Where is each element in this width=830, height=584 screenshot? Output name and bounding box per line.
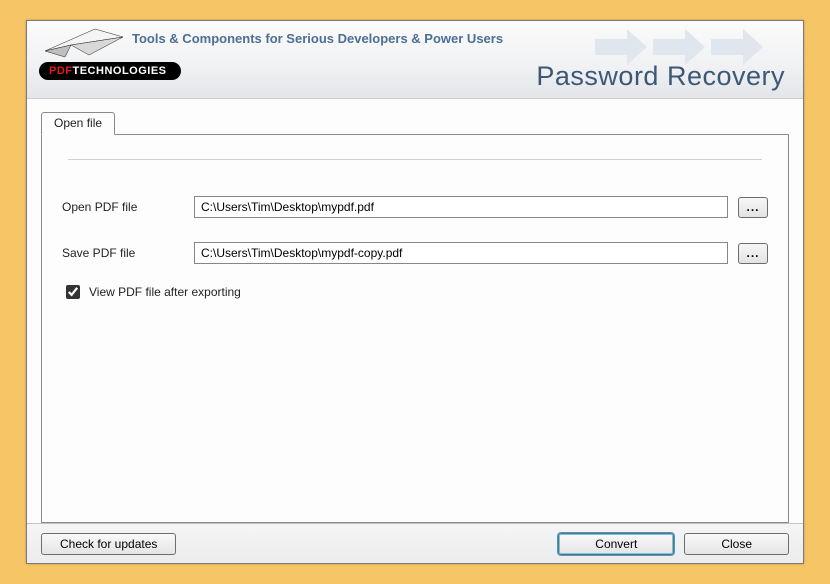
header-tagline: Tools & Components for Serious Developer…: [132, 31, 503, 46]
convert-button[interactable]: Convert: [558, 533, 674, 555]
brand-badge-tech: TECHNOLOGIES: [73, 65, 167, 77]
close-label: Close: [721, 537, 752, 551]
close-button[interactable]: Close: [684, 533, 789, 555]
panel-divider: [68, 159, 762, 160]
open-file-row: Open PDF file ...: [62, 196, 768, 218]
ellipsis-icon: ...: [746, 247, 759, 259]
tab-panel-open-file: Open PDF file ... Save PDF file ... View…: [41, 134, 789, 523]
save-file-browse-button[interactable]: ...: [738, 243, 768, 264]
footer-bar: Check for updates Convert Close: [27, 523, 803, 563]
view-after-export-checkbox[interactable]: [66, 285, 80, 299]
tab-open-file-label: Open file: [54, 116, 102, 130]
brand-badge: PDF TECHNOLOGIES: [39, 62, 181, 80]
tab-open-file[interactable]: Open file: [41, 112, 115, 135]
view-after-export-row[interactable]: View PDF file after exporting: [62, 282, 768, 302]
brand-badge-pdf: PDF: [49, 65, 73, 77]
convert-label: Convert: [595, 537, 637, 551]
check-updates-label: Check for updates: [60, 537, 157, 551]
ellipsis-icon: ...: [746, 201, 759, 213]
save-file-row: Save PDF file ...: [62, 242, 768, 264]
header-banner: PDF TECHNOLOGIES Tools & Components for …: [27, 21, 803, 99]
view-after-export-label: View PDF file after exporting: [89, 285, 241, 299]
save-file-label: Save PDF file: [62, 246, 194, 260]
check-updates-button[interactable]: Check for updates: [41, 533, 176, 555]
open-file-browse-button[interactable]: ...: [738, 197, 768, 218]
open-file-input[interactable]: [194, 196, 728, 218]
app-window: PDF TECHNOLOGIES Tools & Components for …: [26, 20, 804, 564]
open-file-label: Open PDF file: [62, 200, 194, 214]
tab-area: Open file Open PDF file ... Save PDF fil…: [27, 99, 803, 523]
save-file-input[interactable]: [194, 242, 728, 264]
app-title: Password Recovery: [536, 61, 785, 92]
